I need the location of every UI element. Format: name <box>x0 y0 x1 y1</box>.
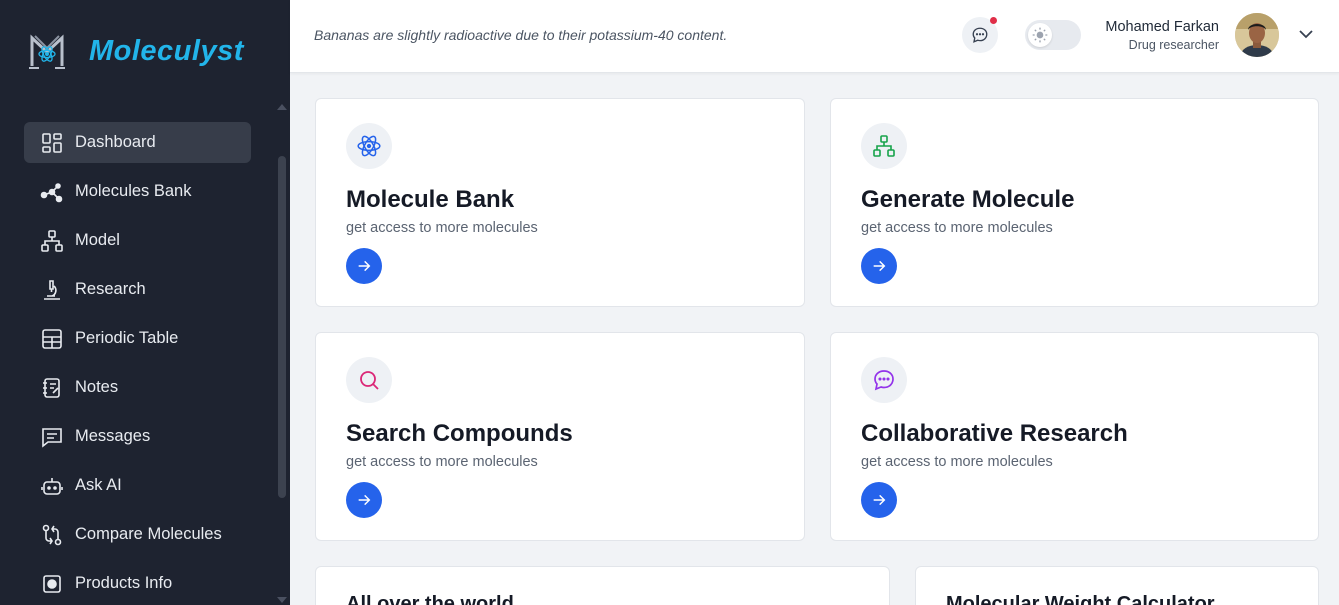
card-icon-wrap <box>861 357 907 403</box>
sidebar-item-label: Ask AI <box>75 476 122 494</box>
dashboard-icon <box>40 131 64 155</box>
open-search-compounds-button[interactable] <box>346 482 382 518</box>
notification-dot <box>990 17 997 24</box>
sidebar: Moleculyst Dashboard Molecules Bank Mode… <box>0 0 290 605</box>
sidebar-item-molecules-bank[interactable]: Molecules Bank <box>24 171 251 212</box>
arrow-right-icon <box>873 260 886 272</box>
sidebar-item-products-info[interactable]: Products Info <box>24 563 251 604</box>
avatar[interactable] <box>1235 13 1279 57</box>
open-collaborative-research-button[interactable] <box>861 482 897 518</box>
chat-icon <box>874 370 894 391</box>
scroll-up-arrow[interactable] <box>277 104 287 110</box>
card-title: Search Compounds <box>346 420 573 447</box>
card-subtitle: get access to more molecules <box>861 454 1053 470</box>
sidebar-item-compare-molecules[interactable]: Compare Molecules <box>24 514 251 555</box>
sidebar-item-label: Products Info <box>75 574 173 592</box>
sidebar-item-label: Messages <box>75 427 151 445</box>
hierarchy-icon <box>873 135 895 157</box>
sidebar-item-ask-ai[interactable]: Ask AI <box>24 465 251 506</box>
chat-icon <box>40 425 64 449</box>
card-title: Generate Molecule <box>861 186 1075 213</box>
user-name: Mohamed Farkan <box>1105 19 1219 35</box>
sidebar-item-notes[interactable]: Notes <box>24 367 251 408</box>
card-subtitle: get access to more molecules <box>861 220 1053 236</box>
arrow-right-icon <box>358 260 371 272</box>
box-icon <box>40 572 64 596</box>
sidebar-item-messages[interactable]: Messages <box>24 416 251 457</box>
microscope-icon <box>40 278 64 302</box>
open-molecule-bank-button[interactable] <box>346 248 382 284</box>
chat-bubble-icon <box>972 27 988 43</box>
scroll-thumb[interactable] <box>278 156 286 498</box>
sidebar-item-label: Dashboard <box>75 133 156 151</box>
theme-toggle[interactable] <box>1025 20 1081 50</box>
sidebar-item-label: Periodic Table <box>75 329 179 347</box>
fun-fact: Bananas are slightly radioactive due to … <box>314 27 728 43</box>
sidebar-item-model[interactable]: Model <box>24 220 251 261</box>
robot-icon <box>40 474 64 498</box>
sidebar-item-dashboard[interactable]: Dashboard <box>24 122 251 163</box>
card-title: Molecular Weight Calculator <box>946 593 1215 605</box>
card-molecule-bank: Molecule Bank get access to more molecul… <box>315 98 805 307</box>
card-icon-wrap <box>346 123 392 169</box>
sidebar-scrollbar[interactable] <box>277 104 287 605</box>
user-photo <box>1235 13 1279 57</box>
hierarchy-icon <box>40 229 64 253</box>
sidebar-item-label: Compare Molecules <box>75 525 222 543</box>
sidebar-item-label: Model <box>75 231 120 249</box>
card-world-map: All over the world <box>315 566 890 605</box>
search-icon <box>360 371 379 390</box>
sidebar-item-label: Molecules Bank <box>75 182 192 200</box>
arrow-right-icon <box>358 494 371 506</box>
open-generate-molecule-button[interactable] <box>861 248 897 284</box>
compare-icon <box>40 523 64 547</box>
sun-icon <box>1032 27 1048 43</box>
toggle-knob <box>1028 23 1052 47</box>
user-role: Drug researcher <box>1128 38 1219 52</box>
arrow-right-icon <box>873 494 886 506</box>
card-search-compounds: Search Compounds get access to more mole… <box>315 332 805 541</box>
sidebar-item-research[interactable]: Research <box>24 269 251 310</box>
card-generate-molecule: Generate Molecule get access to more mol… <box>830 98 1319 307</box>
atom-icon <box>357 135 381 157</box>
card-molecular-weight-calculator: Molecular Weight Calculator <box>915 566 1319 605</box>
sidebar-item-label: Research <box>75 280 146 298</box>
messages-button[interactable] <box>962 17 998 53</box>
sidebar-nav: Dashboard Molecules Bank Model Research … <box>24 122 251 605</box>
card-title: All over the world <box>346 593 514 605</box>
card-subtitle: get access to more molecules <box>346 220 538 236</box>
card-title: Molecule Bank <box>346 186 515 213</box>
logo-icon <box>29 34 65 69</box>
molecule-icon <box>40 180 64 204</box>
table-icon <box>40 327 64 351</box>
card-collaborative-research: Collaborative Research get access to mor… <box>830 332 1319 541</box>
notebook-icon <box>40 376 64 400</box>
scroll-down-arrow[interactable] <box>277 597 287 603</box>
chevron-down-icon[interactable] <box>1297 25 1315 43</box>
sidebar-item-label: Notes <box>75 378 119 396</box>
sidebar-item-periodic-table[interactable]: Periodic Table <box>24 318 251 359</box>
app-name: Moleculyst <box>89 34 244 67</box>
top-header: Bananas are slightly radioactive due to … <box>290 0 1339 73</box>
card-title: Collaborative Research <box>861 420 1128 447</box>
card-icon-wrap <box>861 123 907 169</box>
logo[interactable]: Moleculyst <box>26 30 244 72</box>
card-icon-wrap <box>346 357 392 403</box>
card-subtitle: get access to more molecules <box>346 454 538 470</box>
